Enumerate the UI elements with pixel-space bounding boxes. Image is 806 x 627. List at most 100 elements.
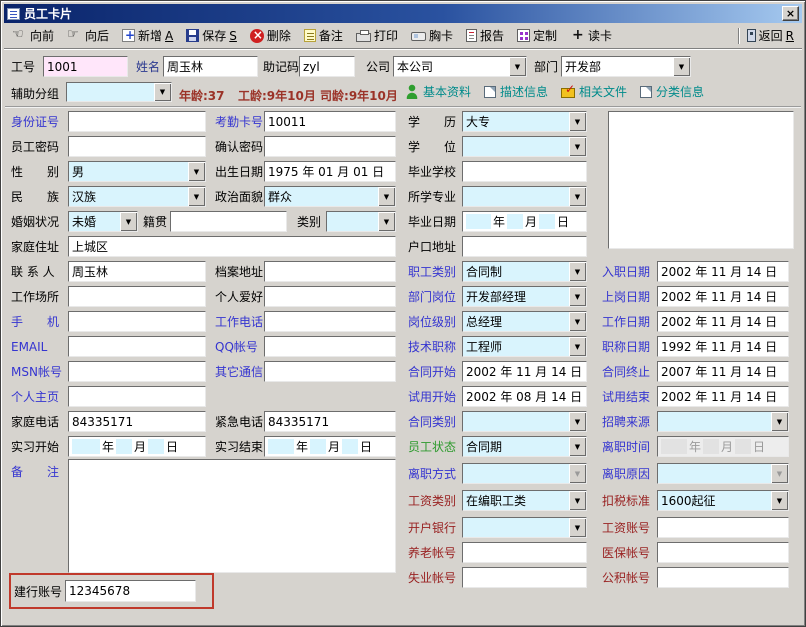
intern-start-date-field[interactable]: 年月日 (68, 436, 206, 457)
political-dropdown-arrow-icon[interactable]: ▼ (378, 187, 395, 206)
customize-button[interactable]: 定制 (514, 26, 560, 45)
birth-date-field[interactable]: 1975 年 01 月 01 日 (264, 161, 396, 182)
recruit-source-dropdown-arrow-icon[interactable]: ▼ (771, 412, 788, 431)
contract-start-field[interactable]: 2002 年 11 月 14 日 (462, 361, 587, 382)
email-field[interactable] (68, 336, 206, 357)
home-phone-field[interactable]: 84335171 (68, 411, 206, 432)
dept-position-dropdown-arrow-icon[interactable]: ▼ (569, 287, 586, 306)
ethnicity-dropdown-arrow-icon[interactable]: ▼ (188, 187, 205, 206)
post-date-field[interactable]: 2002 年 11 月 14 日 (657, 286, 789, 307)
education-dropdown-arrow-icon[interactable]: ▼ (569, 112, 586, 131)
tab-category-info[interactable]: 分类信息 (640, 83, 704, 100)
degree-dropdown-arrow-icon[interactable]: ▼ (569, 137, 586, 156)
remarks-textarea[interactable] (68, 459, 396, 573)
bank-dropdown-arrow-icon[interactable]: ▼ (569, 518, 586, 537)
gender-dropdown-arrow-icon[interactable]: ▼ (188, 162, 205, 181)
salary-account-field[interactable] (657, 517, 789, 538)
nav-forward-button[interactable]: 向前 (9, 26, 57, 45)
qq-field[interactable] (264, 336, 396, 357)
name-field[interactable]: 周玉林 (163, 56, 258, 77)
trial-start-field[interactable]: 2002 年 08 月 14 日 (462, 386, 587, 407)
mobile-field[interactable] (68, 311, 206, 332)
department-dropdown-arrow-icon[interactable]: ▼ (673, 57, 690, 76)
tax-standard-select[interactable]: 1600起征▼ (657, 490, 789, 511)
unemployment-account-field[interactable] (462, 567, 587, 588)
leave-reason-select[interactable]: ▼ (657, 463, 789, 484)
degree-select[interactable]: ▼ (462, 136, 587, 157)
emp-no-field[interactable]: 1001 (43, 56, 128, 77)
work-date-field[interactable]: 2002 年 11 月 14 日 (657, 311, 789, 332)
salary-category-dropdown-arrow-icon[interactable]: ▼ (569, 491, 586, 510)
dept-position-select[interactable]: 开发部经理▼ (462, 286, 587, 307)
leave-time-date-field[interactable]: 年月日 (657, 436, 789, 457)
marital-select[interactable]: 未婚▼ (68, 211, 138, 232)
home-address-field[interactable]: 上城区 (68, 236, 396, 257)
titlebar[interactable]: 员工卡片 × (4, 4, 802, 23)
report-button[interactable]: 报告 (463, 26, 507, 45)
intern-end-date-field[interactable]: 年月日 (264, 436, 396, 457)
contract-type-dropdown-arrow-icon[interactable]: ▼ (569, 412, 586, 431)
homepage-field[interactable] (68, 386, 206, 407)
pension-account-field[interactable] (462, 542, 587, 563)
registered-address-field[interactable] (462, 236, 587, 257)
grad-school-field[interactable] (462, 161, 587, 182)
contact-field[interactable]: 周玉林 (68, 261, 206, 282)
fund-account-field[interactable] (657, 567, 789, 588)
emp-password-field[interactable] (68, 136, 206, 157)
staff-category-dropdown-arrow-icon[interactable]: ▼ (569, 262, 586, 281)
post-level-select[interactable]: 总经理▼ (462, 311, 587, 332)
bank-select[interactable]: ▼ (462, 517, 587, 538)
leave-mode-select[interactable]: ▼ (462, 463, 587, 484)
hobby-field[interactable] (264, 286, 396, 307)
print-button[interactable]: 打印 (353, 26, 401, 45)
mnemonic-field[interactable]: zyl (299, 56, 355, 77)
id-card-field[interactable] (68, 111, 206, 132)
attendance-no-field[interactable]: 10011 (264, 111, 396, 132)
trial-end-field[interactable]: 2002 年 11 月 14 日 (657, 386, 789, 407)
nav-back-button[interactable]: 向后 (64, 26, 112, 45)
tech-title-dropdown-arrow-icon[interactable]: ▼ (569, 337, 586, 356)
confirm-password-field[interactable] (264, 136, 396, 157)
archive-address-field[interactable] (264, 261, 396, 282)
company-select[interactable]: 本公司▼ (393, 56, 527, 77)
other-comm-field[interactable] (264, 361, 396, 382)
gender-select[interactable]: 男▼ (68, 161, 206, 182)
contract-end-field[interactable]: 2007 年 11 月 14 日 (657, 361, 789, 382)
work-phone-field[interactable] (264, 311, 396, 332)
major-select[interactable]: ▼ (462, 186, 587, 207)
read-card-button[interactable]: 读卡 (567, 26, 615, 45)
aux-group-dropdown-arrow-icon[interactable]: ▼ (154, 83, 171, 101)
category-dropdown-arrow-icon[interactable]: ▼ (378, 212, 395, 231)
tab-related-files[interactable]: 相关文件 (561, 83, 627, 100)
major-dropdown-arrow-icon[interactable]: ▼ (569, 187, 586, 206)
contract-type-select[interactable]: ▼ (462, 411, 587, 432)
staff-category-select[interactable]: 合同制▼ (462, 261, 587, 282)
title-date-field[interactable]: 1992 年 11 月 14 日 (657, 336, 789, 357)
save-button[interactable]: 保存S (183, 26, 240, 45)
tech-title-select[interactable]: 工程师▼ (462, 336, 587, 357)
workplace-field[interactable] (68, 286, 206, 307)
note-button[interactable]: 备注 (301, 26, 346, 45)
political-select[interactable]: 群众▼ (264, 186, 396, 207)
badge-button[interactable]: 胸卡 (408, 26, 456, 45)
tab-description-info[interactable]: 描述信息 (484, 83, 548, 100)
ccb-account-field[interactable]: 12345678 (65, 580, 196, 602)
grad-date-date-field[interactable]: 年月日 (462, 211, 587, 232)
emp-status-dropdown-arrow-icon[interactable]: ▼ (569, 437, 586, 456)
emp-status-select[interactable]: 合同期▼ (462, 436, 587, 457)
ethnicity-select[interactable]: 汉族▼ (68, 186, 206, 207)
education-select[interactable]: 大专▼ (462, 111, 587, 132)
msn-field[interactable] (68, 361, 206, 382)
delete-button[interactable]: 删除 (247, 26, 294, 45)
category-select[interactable]: ▼ (326, 211, 396, 232)
leave-reason-dropdown-arrow-icon[interactable]: ▼ (771, 464, 788, 483)
salary-category-select[interactable]: 在编职工类▼ (462, 490, 587, 511)
medical-account-field[interactable] (657, 542, 789, 563)
native-place-field[interactable] (170, 211, 287, 232)
post-level-dropdown-arrow-icon[interactable]: ▼ (569, 312, 586, 331)
tax-standard-dropdown-arrow-icon[interactable]: ▼ (771, 491, 788, 510)
tab-basic-info[interactable]: 基本资料 (405, 83, 471, 100)
leave-mode-dropdown-arrow-icon[interactable]: ▼ (569, 464, 586, 483)
department-select[interactable]: 开发部▼ (561, 56, 691, 77)
return-button[interactable]: 返回R (744, 26, 797, 45)
